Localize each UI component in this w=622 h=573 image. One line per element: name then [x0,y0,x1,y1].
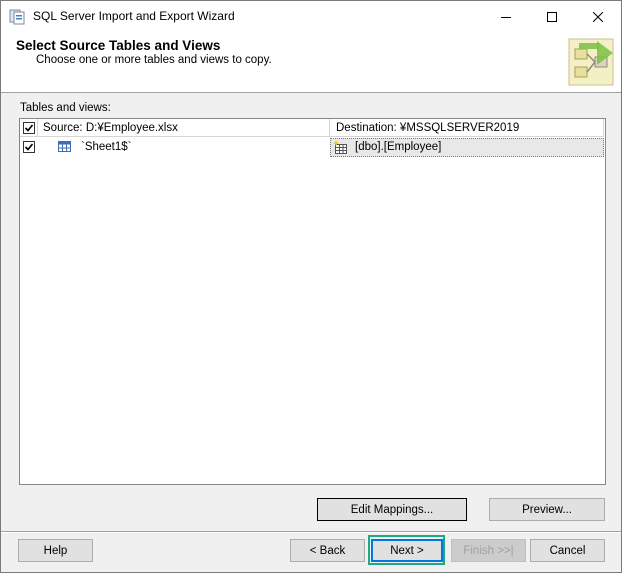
minimize-button[interactable] [483,1,529,32]
page-title: Select Source Tables and Views [16,38,221,53]
row-checkbox-cell[interactable] [23,141,35,153]
cancel-button[interactable]: Cancel [530,539,605,562]
window-title: SQL Server Import and Export Wizard [33,9,235,23]
new-table-icon [333,140,348,155]
table-row[interactable]: `Sheet1$` [dbo].[Employee] [20,138,604,157]
close-button[interactable] [575,1,621,32]
back-button[interactable]: < Back [290,539,365,562]
row-checkbox[interactable] [23,141,35,153]
footer-divider [1,531,621,533]
maximize-button[interactable] [529,1,575,32]
column-header-destination[interactable]: Destination: ¥MSSQLSERVER2019 [330,119,604,137]
table-icon [58,141,71,152]
wizard-banner-icon [561,35,619,89]
wizard-app-icon [9,8,26,25]
close-icon [593,11,603,22]
wizard-window: SQL Server Import and Export Wizard Sele… [0,0,622,573]
minimize-icon [501,16,511,18]
title-bar[interactable]: SQL Server Import and Export Wizard [1,1,621,32]
header-select-all[interactable] [20,119,38,137]
help-button[interactable]: Help [18,539,93,562]
column-header-source[interactable]: Source: D:¥Employee.xlsx [38,119,330,137]
tables-group-label: Tables and views: [20,102,111,114]
finish-button[interactable]: Finish >>| [451,539,526,562]
header-checkbox[interactable] [22,121,35,134]
tables-list[interactable]: Source: D:¥Employee.xlsx Destination: ¥M… [19,118,606,485]
source-cell[interactable]: `Sheet1$` [38,138,330,157]
preview-button[interactable]: Preview... [489,498,605,521]
destination-cell[interactable]: [dbo].[Employee] [330,138,604,157]
wizard-header: Select Source Tables and Views Choose on… [1,32,621,93]
next-button[interactable]: Next > [371,539,443,562]
source-table-name: `Sheet1$` [81,141,132,153]
destination-table-name: [dbo].[Employee] [355,141,442,153]
edit-mappings-button[interactable]: Edit Mappings... [317,498,467,521]
page-subtitle: Choose one or more tables and views to c… [36,54,272,66]
maximize-icon [547,11,557,22]
